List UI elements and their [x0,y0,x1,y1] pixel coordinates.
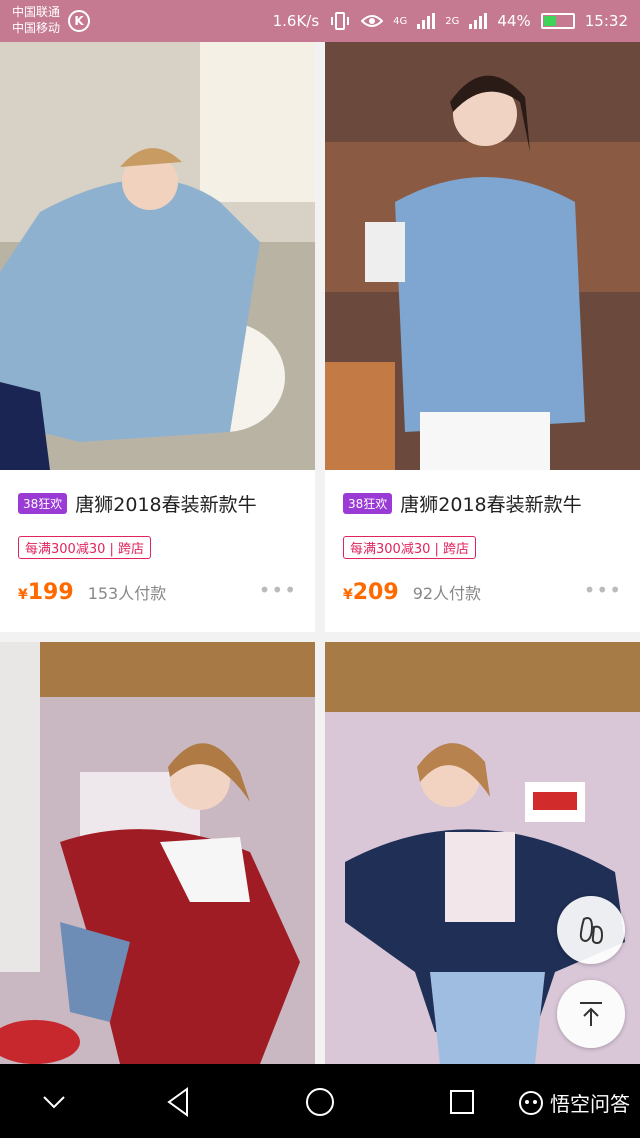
promo-badge-2: 每满300减30 | 跨店 [343,536,476,559]
product-grid: 38狂欢 唐狮2018春装新款牛 每满300减30 | 跨店 ¥199 153人… [0,42,640,1064]
battery-percent: 44% [497,12,531,30]
sold-count-1: 153人付款 [87,584,167,603]
product-title-2[interactable]: 唐狮2018春装新款牛 [400,490,581,517]
jeans [430,972,545,1064]
clock: 15:32 [584,12,628,30]
status-bar: 中国联通 中国移动 K 1.6K/s 4G 2G 44% 15:32 [0,0,640,42]
ceiling [325,642,640,712]
footprint-icon [579,917,604,945]
chevron-down-icon [43,1096,65,1109]
skirt [420,412,550,470]
battery-icon [540,13,575,29]
recents-button[interactable] [442,1084,482,1120]
table [325,362,395,470]
home-circle-icon [306,1088,334,1116]
vibrate-icon [331,12,350,30]
footprint-button[interactable] [557,896,625,964]
product-card-2[interactable]: 38狂欢 唐狮2018春装新款牛 每满300减30 | 跨店 ¥209 92人付… [325,42,640,632]
back-to-top-icon [580,1002,602,1026]
carrier-1: 中国联通 [12,5,61,19]
nav-bar: 悟空问答 [0,1064,640,1138]
more-icon[interactable]: ••• [584,578,622,602]
back-to-top-button[interactable] [557,980,625,1048]
price-1: ¥199 [18,580,74,605]
carrier-2: 中国移动 [12,21,61,35]
price-row-1: ¥199 153人付款 [18,580,297,605]
product-title-1[interactable]: 唐狮2018春装新款牛 [75,490,256,517]
wukong-logo-icon [519,1090,543,1115]
home-button[interactable] [300,1084,340,1120]
price-value: 209 [352,580,399,605]
status-right: 1.6K/s 4G 2G 44% 15:32 [273,0,628,42]
sold-count-2: 92人付款 [412,584,482,603]
signal-4g-label: 4G [393,15,408,27]
promo-badge-1: 每满300减30 | 跨店 [18,536,151,559]
battery-fill [543,16,557,26]
recents-square-icon [450,1090,474,1114]
promo-tag-38: 38狂欢 [18,493,68,514]
bag [365,222,405,282]
currency-symbol: ¥ [343,587,353,603]
ceiling [0,642,315,697]
product-card-1[interactable]: 38狂欢 唐狮2018春装新款牛 每满300减30 | 跨店 ¥199 153人… [0,42,315,632]
back-triangle-icon [167,1087,188,1117]
signal-2g-label: 2G [445,15,460,27]
hide-nav-button[interactable] [34,1084,74,1120]
product-image-1[interactable] [0,42,315,470]
product-image-3[interactable] [0,642,315,1064]
watermark-text: 悟空问答 [550,1092,630,1116]
currency-symbol: ¥ [18,587,28,603]
product-card-3[interactable] [0,642,315,1064]
price-row-2: ¥209 92人付款 [343,580,622,605]
title-row-2: 38狂欢 唐狮2018春装新款牛 [343,490,630,517]
promo-tag-38: 38狂欢 [343,493,393,514]
blinds [0,642,40,972]
jacket [395,177,585,432]
product-image-2[interactable] [325,42,640,470]
k-app-icon: K [68,10,90,32]
more-icon[interactable]: ••• [259,578,297,602]
net-speed: 1.6K/s [272,12,320,30]
signal-2-icon [469,13,488,29]
carrier-info: 中国联通 中国移动 [12,4,60,36]
price-2: ¥209 [343,580,399,605]
price-value: 199 [27,580,74,605]
window [200,42,315,202]
watermark: 悟空问答 [518,1088,630,1117]
title-row-1: 38狂欢 唐狮2018春装新款牛 [18,490,305,517]
sign-red [533,792,577,810]
back-button[interactable] [158,1084,198,1120]
t-shirt [445,832,515,922]
signal-icon [417,13,436,29]
eye-icon [361,15,384,27]
